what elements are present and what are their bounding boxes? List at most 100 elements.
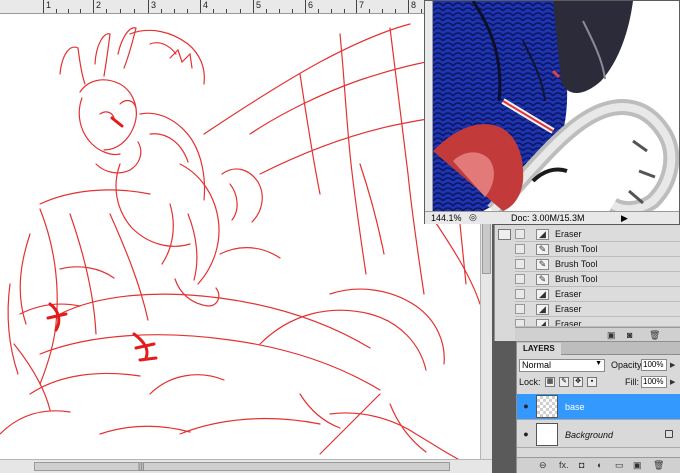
history-item-label: Brush Tool [555,259,598,269]
history-panel: ◢ Eraser ✎ Brush Tool ✎ Brush Tool ✎ Brush T… [494,225,680,341]
layer-row-base[interactable]: ● base [517,394,680,420]
layer-name: base [565,402,585,412]
ruler-tick [43,0,44,13]
history-item[interactable]: ◢ Eraser [515,302,680,317]
horizontal-ruler[interactable]: 1 2 3 4 5 6 7 8 [0,0,490,14]
layer-row-background[interactable]: ● Background [517,422,680,448]
scroll-grip-icon: ||| [138,462,145,471]
history-snapshot-icon[interactable] [498,229,511,240]
new-group-icon[interactable]: ▭ [615,460,624,471]
eraser-icon: ◢ [536,289,549,300]
layer-style-button[interactable]: fx. [559,460,569,470]
new-snapshot-icon[interactable]: ◙ [627,330,632,340]
layer-thumbnail [536,423,558,446]
history-item[interactable]: ◢ Eraser [515,287,680,302]
history-item-label: Eraser [555,304,582,314]
fill-label: Fill: [625,377,639,387]
layers-panel: LAYERS Normal ▼ Opacity: 100% ▶ Lock: ▦ … [516,341,680,473]
ruler-label: 3 [151,0,157,10]
ruler-tick [356,0,357,13]
blend-mode-select[interactable]: Normal ▼ [519,359,605,372]
history-item[interactable]: ✎ Brush Tool [515,257,680,272]
new-layer-icon[interactable]: ▣ [633,460,642,471]
lock-icon [665,430,673,438]
zoom-level[interactable]: 144.1% [431,213,462,223]
layer-options-row: Normal ▼ Opacity: 100% ▶ [519,359,679,373]
eye-icon[interactable]: ● [520,401,532,411]
delete-layer-icon[interactable]: 🗑 [653,460,664,471]
history-item-label: Brush Tool [555,274,598,284]
history-source-checkbox[interactable] [515,229,525,239]
ruler-label: 8 [411,0,417,10]
history-item-label: Brush Tool [555,244,598,254]
chevron-down-icon: ▼ [595,360,602,367]
ruler-tick [408,0,409,13]
second-document-window[interactable]: 144.1% ◎ Doc: 3.00M/15.3M ▶ [424,0,680,224]
ruler-tick [305,0,306,13]
delete-state-icon[interactable]: 🗑 [649,330,660,341]
dragon-sketch [0,23,480,459]
opacity-slider-arrow-icon[interactable]: ▶ [670,361,675,369]
vertical-ruler [425,1,433,211]
history-item-label: Eraser [555,289,582,299]
opacity-label: Opacity: [611,360,645,370]
brush-icon: ✎ [536,274,549,285]
lock-transparency-icon[interactable]: ▦ [545,377,555,387]
history-item[interactable]: ✎ Brush Tool [515,242,680,257]
eye-icon[interactable]: ● [520,429,532,439]
fill-field[interactable]: 100% [641,376,667,388]
opacity-field[interactable]: 100% [641,359,667,371]
ruler-tick [200,0,201,13]
horizontal-scroll-thumb[interactable] [34,462,450,471]
history-source-checkbox[interactable] [515,259,525,269]
adjustment-layer-icon[interactable]: ◐ [597,460,602,470]
history-source-checkbox[interactable] [515,274,525,284]
document-canvas[interactable] [0,14,480,459]
blend-mode-value: Normal [522,360,552,370]
link-layers-icon[interactable]: ⊖ [539,460,547,471]
document-status-bar: 144.1% ◎ Doc: 3.00M/15.3M ▶ [425,211,679,224]
dragon-colored-artwork [433,1,679,211]
ruler-tick [253,0,254,13]
ruler-tick [148,0,149,13]
ruler-label: 6 [308,0,314,10]
layers-footer: ⊖ fx. ◘ ◐ ▭ ▣ 🗑 [517,457,680,473]
history-list: ◢ Eraser ✎ Brush Tool ✎ Brush Tool ✎ Brush T… [515,227,680,327]
status-expand-arrow-icon[interactable]: ▶ [621,213,628,224]
lock-all-icon[interactable]: ▪ [587,377,597,387]
brush-icon: ✎ [536,244,549,255]
fill-slider-arrow-icon[interactable]: ▶ [670,378,675,386]
status-menu-icon[interactable]: ◎ [469,212,477,223]
history-item[interactable]: ◢ Eraser [515,227,680,242]
history-item-label: Eraser [555,229,582,239]
lock-image-icon[interactable]: ✎ [559,377,569,387]
ruler-label: 1 [46,0,52,10]
eraser-icon: ◢ [536,229,549,240]
ruler-label: 2 [96,0,102,10]
ruler-label: 4 [203,0,209,10]
layers-tab-bar: LAYERS [517,342,680,356]
layer-thumbnail [536,395,558,418]
lock-position-icon[interactable]: ✥ [573,377,583,387]
eraser-icon: ◢ [536,319,549,326]
ruler-label: 7 [359,0,365,10]
layer-name: Background [565,430,614,440]
ruler-tick [93,0,94,13]
lock-row: Lock: ▦ ✎ ✥ ▪ Fill: 100% ▶ [519,376,679,390]
ruler-label: 5 [256,0,262,10]
add-mask-icon[interactable]: ◘ [579,460,584,470]
brush-icon: ✎ [536,259,549,270]
history-side-controls [495,225,515,341]
new-document-from-state-icon[interactable]: ▣ [607,330,616,341]
history-source-checkbox[interactable] [515,304,525,314]
history-item[interactable]: ◢ Eraser [515,317,680,327]
eraser-icon: ◢ [536,304,549,315]
lock-label: Lock: [519,377,541,387]
tab-layers[interactable]: LAYERS [517,343,561,356]
history-item-label: Eraser [555,319,582,327]
horizontal-scrollbar[interactable]: ||| [0,459,492,473]
history-source-checkbox[interactable] [515,244,525,254]
history-source-checkbox[interactable] [515,289,525,299]
history-item[interactable]: ✎ Brush Tool [515,272,680,287]
history-source-checkbox[interactable] [515,319,525,326]
